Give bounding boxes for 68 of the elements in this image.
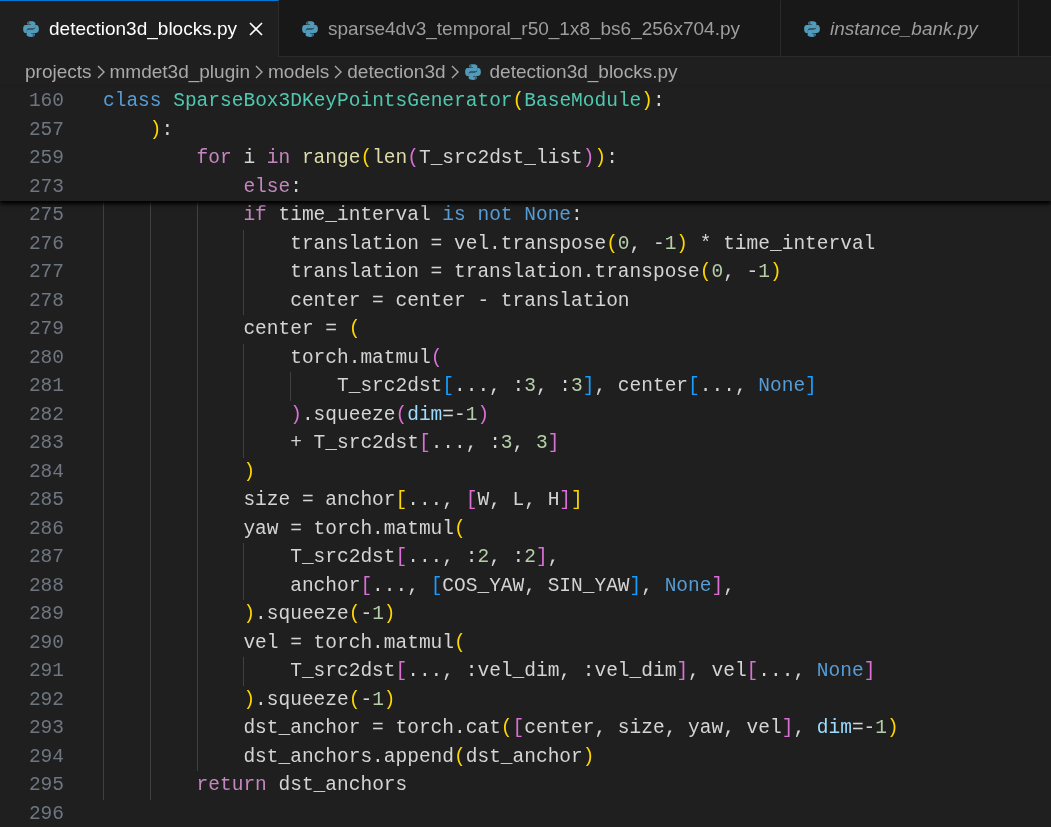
code-line: ) <box>243 460 256 483</box>
line-number: 279 <box>27 318 64 341</box>
code-line: if time_interval is not None: <box>243 204 583 227</box>
line-number: 277 <box>27 261 64 284</box>
code-line: T_src2dst[..., :3, :3], center[..., None] <box>337 375 817 398</box>
code-line: center = ( <box>243 318 361 341</box>
line-number: 275 <box>27 204 64 227</box>
line-number: 281 <box>27 375 64 398</box>
line-number: 293 <box>27 717 64 740</box>
breadcrumb-item[interactable]: mmdet3d_plugin <box>109 61 250 83</box>
line-number: 286 <box>27 517 64 540</box>
line-number: 160 <box>27 90 64 113</box>
line-number: 291 <box>27 660 64 683</box>
line-number: 292 <box>27 688 64 711</box>
line-number: 294 <box>27 745 64 768</box>
code-line: + T_src2dst[..., :3, 3] <box>290 432 560 455</box>
code-line: vel = torch.matmul( <box>243 631 466 654</box>
code-line: ): <box>149 118 174 141</box>
chevron-right-icon <box>254 64 264 80</box>
line-number: 284 <box>27 460 64 483</box>
code-line: for i in range(len(T_src2dst_list)): <box>196 147 618 170</box>
code-line: size = anchor[..., [W, L, H]] <box>243 489 583 512</box>
code-line: ).squeeze(-1) <box>243 603 396 626</box>
chevron-right-icon <box>449 64 460 80</box>
code-line: T_src2dst[..., :vel_dim, :vel_dim], vel[..., None] <box>290 660 876 683</box>
breadcrumb-item[interactable]: projects <box>25 61 92 83</box>
line-number: 289 <box>27 603 64 626</box>
line-number: 257 <box>27 118 64 141</box>
editor-tab[interactable]: detection3d_blocks.py <box>0 0 279 57</box>
line-number: 273 <box>27 175 64 198</box>
line-number: 288 <box>27 574 64 597</box>
line-number: 282 <box>27 403 64 426</box>
code-line: dst_anchors.append(dst_anchor) <box>243 745 595 768</box>
line-number: 259 <box>27 147 64 170</box>
code-line: center = center - translation <box>290 289 630 312</box>
tab-label: instance_bank.py <box>830 17 978 40</box>
code-line: torch.matmul( <box>290 346 443 369</box>
breadcrumb-item[interactable]: models <box>268 61 330 83</box>
line-number: 295 <box>27 774 64 797</box>
tab-label: detection3d_blocks.py <box>49 18 237 40</box>
code-line: dst_anchor = torch.cat([center, size, yaw, vel], dim=-1) <box>243 717 899 740</box>
code-line: anchor[..., [COS_YAW, SIN_YAW], None], <box>290 574 735 597</box>
close-icon <box>248 21 264 37</box>
file-icon <box>301 19 319 38</box>
code-line: T_src2dst[..., :2, :2], <box>290 546 560 569</box>
code-line: else: <box>243 175 302 198</box>
code-line: return dst_anchors <box>196 774 408 797</box>
code-line: class SparseBox3DKeyPointsGenerator(BaseModule): <box>103 90 665 113</box>
chevron-right-icon <box>95 64 106 80</box>
file-icon <box>22 20 40 38</box>
code-line: ).squeeze(-1) <box>243 688 396 711</box>
line-number: 290 <box>27 631 64 654</box>
chevron-right-icon <box>333 64 344 80</box>
code-line: translation = translation.transpose(0, -1) <box>290 261 782 284</box>
code-line: ).squeeze(dim=-1) <box>290 403 490 426</box>
file-icon <box>463 63 482 81</box>
line-number: 285 <box>27 489 64 512</box>
code-line: translation = vel.transpose(0, -1) * time_interval <box>290 232 876 255</box>
line-number: 296 <box>27 802 64 825</box>
line-number: 283 <box>27 432 64 455</box>
line-number: 280 <box>27 346 64 369</box>
file-icon <box>803 19 821 38</box>
code-line: yaw = torch.matmul( <box>243 517 466 540</box>
line-number: 278 <box>27 289 64 312</box>
line-number: 287 <box>27 546 64 569</box>
line-number: 276 <box>27 232 64 255</box>
tab-label: sparse4dv3_temporal_r50_1x8_bs6_256x704.py <box>328 17 740 40</box>
breadcrumb-item[interactable]: detection3d <box>347 61 446 83</box>
